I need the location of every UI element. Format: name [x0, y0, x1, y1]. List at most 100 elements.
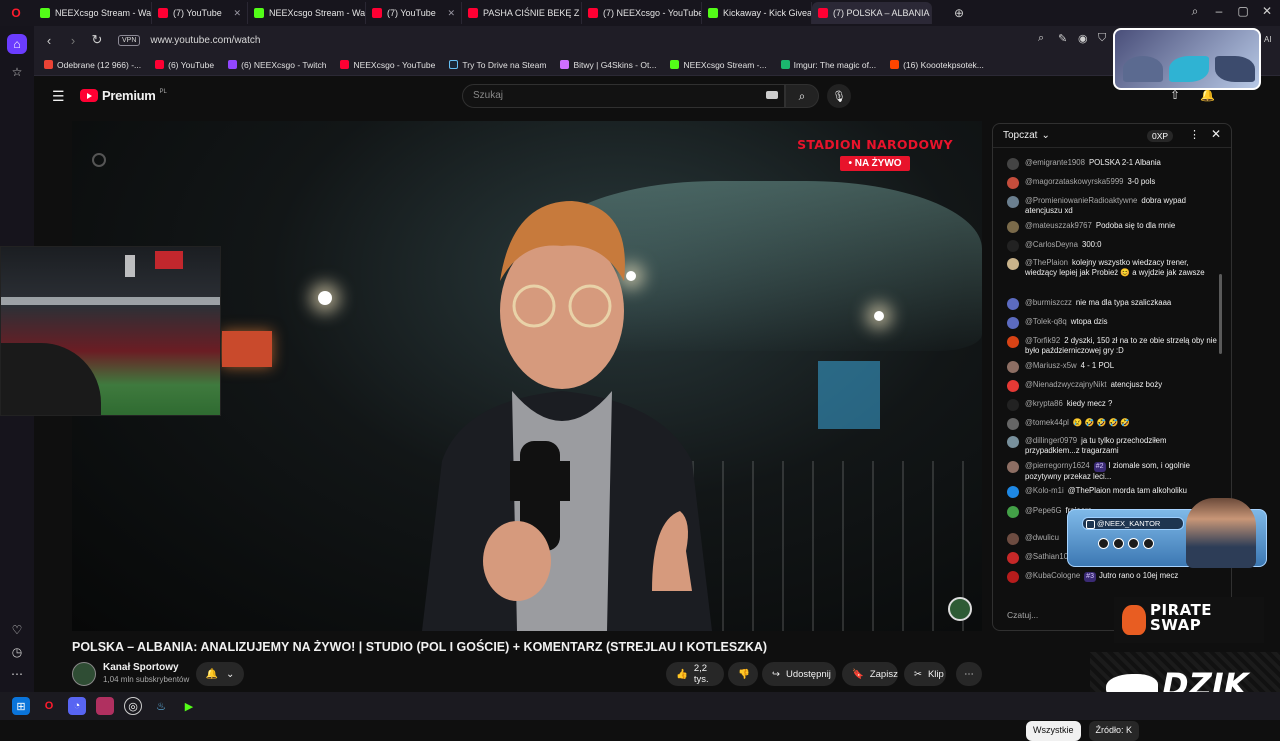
more-icon[interactable]: ⋮: [1189, 128, 1200, 141]
chat-scrollbar[interactable]: [1219, 274, 1222, 354]
user-avatar[interactable]: [1007, 461, 1019, 473]
heart-icon[interactable]: ♡: [7, 620, 27, 640]
camera-icon[interactable]: ◉: [1078, 32, 1088, 45]
chat-author[interactable]: @krypta86: [1025, 399, 1063, 408]
history-icon[interactable]: ◷: [7, 642, 27, 662]
user-avatar[interactable]: [1007, 361, 1019, 373]
like-button[interactable]: 👍 2,2 tys.: [666, 662, 724, 686]
close-tab-icon[interactable]: ✕: [233, 8, 241, 19]
clip-button[interactable]: ✂ Klip: [904, 662, 946, 686]
bookmark-item[interactable]: Bitwy | G4Skins - Ot...: [560, 60, 656, 70]
tab-4[interactable]: (7) YouTube ✕: [366, 2, 462, 24]
chat-author[interactable]: @NienadzwyczajnyNikt: [1025, 380, 1107, 389]
chat-author[interactable]: @emigrante1908: [1025, 158, 1085, 167]
minimize-icon[interactable]: –: [1207, 4, 1231, 18]
chevron-down-icon[interactable]: ⌄: [1041, 130, 1049, 141]
back-icon[interactable]: ‹: [40, 33, 58, 48]
opera-app-icon[interactable]: O: [40, 697, 58, 715]
chat-author[interactable]: @dillinger0979: [1025, 436, 1077, 445]
app-icon[interactable]: [96, 697, 114, 715]
tab-8[interactable]: (7) POLSKA – ALBANIA✕: [812, 2, 932, 24]
chat-author[interactable]: @magorzataskowyrska5999: [1025, 177, 1124, 186]
more-icon[interactable]: ⋯: [7, 664, 27, 684]
kick-app-icon[interactable]: ▶: [180, 697, 198, 715]
tab-7[interactable]: Kickaway - Kick Giveaway✕: [702, 2, 812, 24]
user-avatar[interactable]: [1007, 158, 1019, 170]
edit-icon[interactable]: ✎: [1058, 32, 1067, 45]
save-button[interactable]: 🔖 Zapisz: [842, 662, 898, 686]
tab-5[interactable]: PASHA CIŚNIE BEKĘ Z NIC✕: [462, 2, 582, 24]
chat-author[interactable]: @Sathian10: [1025, 552, 1068, 561]
user-avatar[interactable]: [1007, 221, 1019, 233]
user-avatar[interactable]: [1007, 298, 1019, 310]
chat-author[interactable]: @CarlosDeyna: [1025, 240, 1078, 249]
user-avatar[interactable]: [1007, 436, 1019, 448]
upload-icon[interactable]: ⇧: [1170, 88, 1180, 102]
url-field[interactable]: www.youtube.com/watch: [150, 35, 260, 46]
mic-button[interactable]: 🎙: [827, 84, 851, 108]
user-avatar[interactable]: [1007, 506, 1019, 518]
chip-all[interactable]: Wszystkie: [1026, 721, 1081, 741]
bookmark-item[interactable]: (6) YouTube: [155, 60, 214, 70]
user-avatar[interactable]: [1007, 317, 1019, 329]
vpn-badge[interactable]: VPN: [118, 34, 141, 46]
maximize-icon[interactable]: ▢: [1231, 4, 1255, 18]
chat-author[interactable]: @Tolek-q8q: [1025, 317, 1067, 326]
windows-start-icon[interactable]: ⊞: [12, 697, 30, 715]
user-avatar[interactable]: [1007, 399, 1019, 411]
obs-app-icon[interactable]: ◎: [124, 697, 142, 715]
channel-name[interactable]: Kanał Sportowy: [103, 662, 179, 673]
close-window-icon[interactable]: ✕: [1255, 4, 1279, 18]
chat-author[interactable]: @Mariusz-x5w: [1025, 361, 1077, 370]
user-avatar[interactable]: [1007, 533, 1019, 545]
chat-mode-select[interactable]: Topczat: [1003, 130, 1037, 141]
tab-2[interactable]: (7) YouTube ✕: [152, 2, 248, 24]
chat-author[interactable]: @burmiszczz: [1025, 298, 1072, 307]
ai-icon[interactable]: AI: [1264, 35, 1272, 44]
chat-author[interactable]: @tomek44pl: [1025, 418, 1069, 427]
new-tab-button[interactable]: ⊕: [954, 6, 964, 20]
chat-author[interactable]: @ThePlaion: [1025, 258, 1068, 267]
bookmark-item[interactable]: Imgur: The magic of...: [780, 60, 876, 70]
chat-author[interactable]: @Pepe6G: [1025, 506, 1062, 515]
menu-icon[interactable]: ☰: [52, 88, 65, 105]
bookmark-item[interactable]: NEEXcsgo - YouTube: [340, 60, 435, 70]
chip-source[interactable]: Źródło: K: [1088, 721, 1140, 741]
bookmark-item[interactable]: Try To Drive na Steam: [449, 60, 546, 70]
search-input[interactable]: Szukaj: [462, 84, 785, 108]
user-avatar[interactable]: [1007, 380, 1019, 392]
user-avatar[interactable]: [1007, 552, 1019, 564]
chat-author[interactable]: @PromieniowanieRadioaktywne: [1025, 196, 1137, 205]
channel-avatar[interactable]: [72, 662, 96, 686]
bookmark-item[interactable]: (6) NEEXcsgo - Twitch: [228, 60, 326, 70]
notification-button[interactable]: 🔔 ⌄: [196, 662, 244, 686]
user-avatar[interactable]: [1007, 240, 1019, 252]
user-avatar[interactable]: [1007, 418, 1019, 430]
user-avatar[interactable]: [1007, 571, 1019, 583]
chat-author[interactable]: @Kolo-m1i: [1025, 486, 1064, 495]
chat-author[interactable]: @pierregorny1624: [1025, 461, 1090, 470]
user-avatar[interactable]: [1007, 258, 1019, 270]
chat-author[interactable]: @dwulicu: [1025, 533, 1059, 542]
tab-6[interactable]: (7) NEEXcsgo - YouTube✕: [582, 2, 702, 24]
bookmark-item[interactable]: Odebrane (12 966) -...: [44, 60, 141, 70]
search-tabs-icon[interactable]: ⌕: [1183, 4, 1207, 19]
forward-icon[interactable]: ›: [64, 33, 82, 48]
bell-icon[interactable]: 🔔: [1200, 88, 1215, 102]
tab-3[interactable]: NEEXcsgo Stream - Watch✕: [248, 2, 366, 24]
user-avatar[interactable]: [1007, 336, 1019, 348]
keyboard-icon[interactable]: [766, 91, 778, 99]
close-tab-icon[interactable]: ✕: [447, 8, 455, 19]
search-icon[interactable]: ⌕: [1038, 32, 1044, 45]
user-avatar[interactable]: [1007, 196, 1019, 208]
youtube-logo[interactable]: Premium PL: [80, 88, 167, 103]
user-avatar[interactable]: [1007, 177, 1019, 189]
search-button[interactable]: ⌕: [785, 84, 819, 108]
xp-badge[interactable]: 0XP: [1147, 130, 1174, 142]
star-icon[interactable]: ☆: [7, 62, 27, 82]
close-icon[interactable]: ✕: [1211, 127, 1221, 141]
steam-app-icon[interactable]: ♨: [152, 697, 170, 715]
home-icon[interactable]: ⌂: [7, 34, 27, 54]
chat-author[interactable]: @Torfik92: [1025, 336, 1060, 345]
user-avatar[interactable]: [1007, 486, 1019, 498]
